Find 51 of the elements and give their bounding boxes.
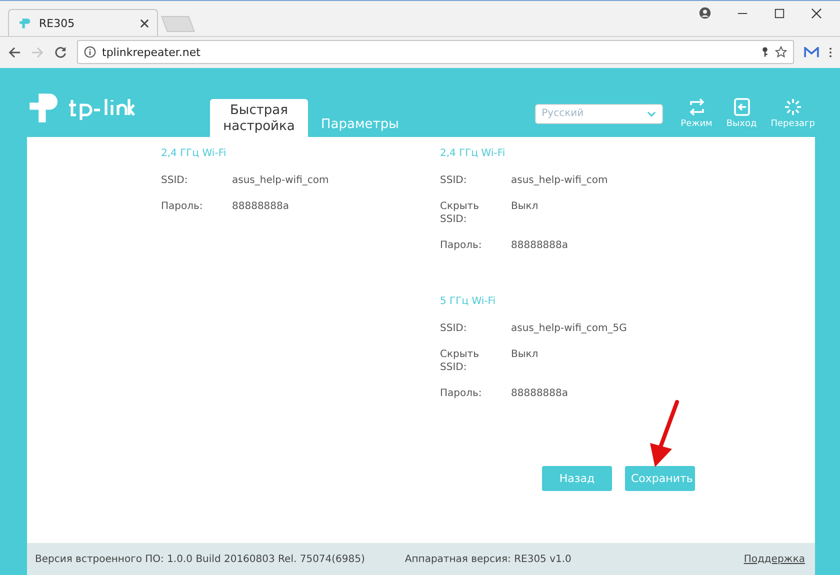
url-text: tplinkrepeater.net — [102, 46, 202, 58]
field-value: 88888888a — [232, 200, 290, 213]
hardware-version: Аппаратная версия: RE305 v1.0 — [404, 554, 572, 564]
field-value: Выкл — [511, 348, 540, 362]
action-button[interactable]: Назад — [542, 466, 612, 491]
field-label: Пароль: — [440, 387, 482, 400]
star-icon[interactable] — [775, 46, 787, 58]
field-label: Скрыть SSID: — [440, 200, 479, 226]
tab-title: RE305 — [39, 16, 76, 30]
tp-link-favicon — [17, 16, 31, 30]
action-button[interactable]: Сохранить — [625, 466, 695, 491]
logout-icon — [732, 98, 751, 116]
field-label: SSID: — [440, 174, 467, 187]
chevron-down-icon — [646, 110, 656, 116]
annotation-arrow — [647, 399, 681, 469]
support-link[interactable]: Поддержка — [744, 554, 805, 564]
reboot-icon — [784, 98, 802, 116]
field-label: SSID: — [440, 322, 467, 335]
logout-button[interactable]: Выход — [726, 98, 757, 129]
menu-icon[interactable] — [829, 46, 832, 58]
browser-tab[interactable]: RE305 — [8, 9, 158, 36]
field-value: asus_help-wifi_com — [511, 174, 609, 187]
mode-switch-icon — [688, 98, 706, 116]
address-bar[interactable]: tplinkrepeater.net — [77, 40, 794, 64]
mail-extension-icon[interactable] — [804, 46, 819, 58]
close-icon[interactable] — [140, 18, 149, 28]
nav-tab[interactable]: Параметры — [308, 113, 412, 135]
field-value: Выкл — [511, 200, 540, 214]
reload-icon[interactable] — [54, 46, 67, 58]
firmware-version: Версия встроенного ПО: 1.0.0 Build 20160803 Rel. 75074(6985) — [35, 554, 365, 564]
maximize-icon[interactable] — [774, 8, 785, 18]
nav-tab[interactable]: Быстрая настройка — [210, 99, 308, 137]
profile-icon[interactable] — [699, 7, 711, 19]
close-icon[interactable] — [811, 8, 822, 18]
field-value: asus_help-wifi_com — [232, 174, 330, 187]
info-icon — [84, 46, 96, 58]
section-title: 2,4 ГГц Wi-Fi — [161, 148, 228, 161]
section-title: 5 ГГц Wi-Fi — [440, 296, 497, 309]
key-icon[interactable] — [761, 46, 769, 58]
language-dropdown[interactable]: Русский — [534, 104, 663, 124]
back-icon[interactable] — [8, 46, 21, 58]
field-value: asus_help-wifi_com_5G — [511, 322, 628, 335]
reboot-button[interactable]: Перезагр — [770, 98, 815, 129]
field-label: SSID: — [161, 174, 188, 187]
field-label: Скрыть SSID: — [440, 348, 479, 374]
field-value: 88888888a — [511, 387, 570, 400]
mode-button[interactable]: Режим — [680, 98, 712, 129]
section-title: 2,4 ГГц Wi-Fi — [440, 148, 506, 161]
field-value: 88888888a — [511, 239, 570, 252]
field-label: Пароль: — [440, 239, 482, 252]
field-label: Пароль: — [161, 200, 203, 213]
